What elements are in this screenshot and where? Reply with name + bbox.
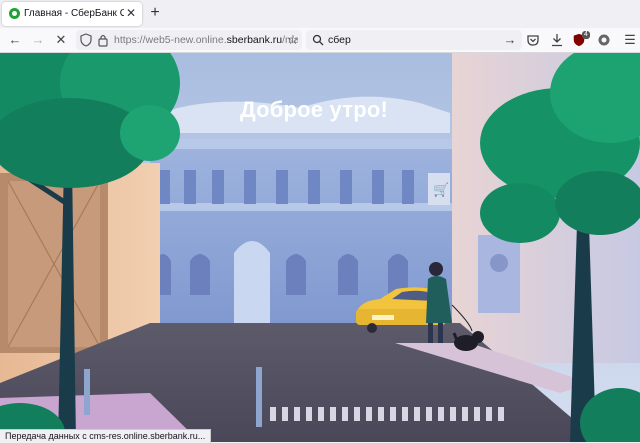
- search-go-arrow-icon[interactable]: →: [500, 30, 520, 50]
- tab-title: Главная - СберБанк Онлайн: [24, 8, 124, 19]
- extension-icon[interactable]: [597, 33, 611, 47]
- download-icon[interactable]: [550, 33, 564, 47]
- navigation-toolbar: ← → ✕ https://web5-new.online.sberbank.r…: [0, 28, 640, 53]
- poster: [478, 235, 520, 313]
- lock-icon[interactable]: [97, 33, 109, 47]
- arched-doorway: [234, 241, 270, 323]
- url-domain: sberbank.ru: [226, 34, 283, 46]
- forward-button[interactable]: →: [28, 30, 48, 50]
- menu-icon[interactable]: ☰: [620, 30, 640, 50]
- status-bar: Передача данных с cms-res.online.sberban…: [0, 429, 212, 443]
- bollard: [84, 369, 90, 415]
- tab-strip: Главная - СберБанк Онлайн ✕ +: [0, 0, 640, 28]
- new-tab-button[interactable]: +: [146, 4, 164, 22]
- back-button[interactable]: ←: [5, 30, 25, 50]
- tab-sberbank[interactable]: Главная - СберБанк Онлайн ✕: [2, 2, 142, 26]
- extension-badge: 4: [582, 31, 590, 39]
- url-text[interactable]: https://web5-new.online.sberbank.ru/main: [114, 34, 298, 46]
- bollard: [256, 367, 262, 427]
- search-query[interactable]: сбер: [328, 34, 351, 46]
- bookmark-star-icon[interactable]: ☆: [283, 30, 303, 50]
- url-prefix: https://web5-new.online.: [114, 34, 227, 46]
- close-icon[interactable]: ✕: [126, 6, 136, 20]
- greeting-title: Доброе утро!: [239, 97, 389, 122]
- svg-text:🛒: 🛒: [433, 182, 449, 198]
- url-bar[interactable]: https://web5-new.online.sberbank.ru/main: [76, 30, 302, 50]
- page-content: 🛒 Доброе утро!: [0, 53, 640, 442]
- stop-button[interactable]: ✕: [51, 30, 71, 50]
- extension-ublock-icon[interactable]: 4: [571, 31, 590, 48]
- pocket-icon[interactable]: [526, 33, 540, 47]
- sberbank-favicon-icon: [9, 8, 20, 19]
- search-bar[interactable]: сбер: [306, 30, 522, 50]
- search-icon: [312, 34, 324, 46]
- shield-icon[interactable]: [80, 33, 92, 47]
